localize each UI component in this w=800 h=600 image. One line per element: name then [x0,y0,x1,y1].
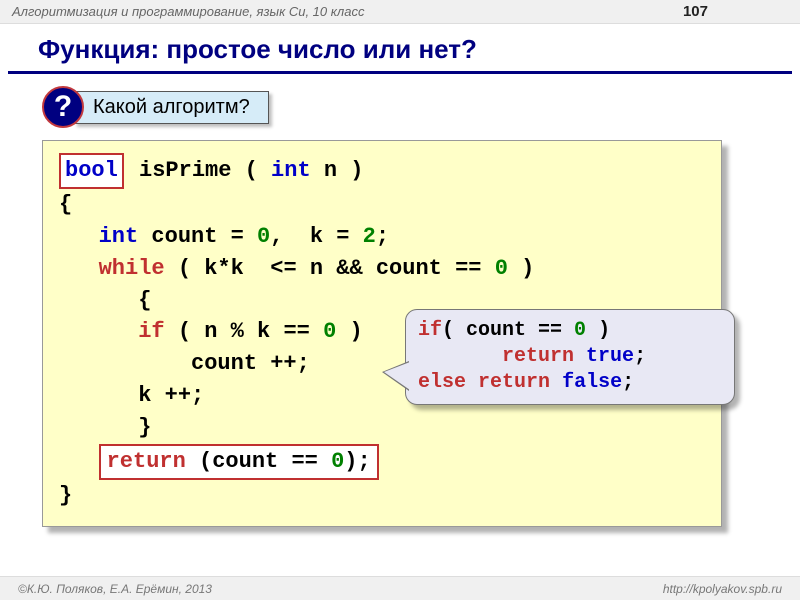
callout-line: if( count == 0 ) [418,318,722,344]
code-line: int count = 0, k = 2; [59,221,705,253]
footer-authors: ©К.Ю. Поляков, Е.А. Ерёмин, 2013 [18,582,663,596]
question-row: ? Какой алгоритм? [42,86,800,128]
footer-url: http://kpolyakov.spb.ru [663,582,782,596]
footer-bar: ©К.Ю. Поляков, Е.А. Ерёмин, 2013 http://… [0,576,800,600]
callout-line: else return false; [418,370,722,396]
return-box: return (count == 0); [99,444,379,480]
course-title: Алгоритмизация и программирование, язык … [12,4,683,19]
code-block: bool isPrime ( int n ) { int count = 0, … [42,140,722,527]
callout-tail [384,362,410,390]
bool-keyword: bool [59,153,124,189]
question-label: Какой алгоритм? [74,91,269,124]
code-line: while ( k*k <= n && count == 0 ) [59,253,705,285]
code-line: { [59,189,705,221]
code-line: } [59,412,705,444]
callout-line: return true; [418,344,722,370]
code-line: return (count == 0); [59,444,705,480]
code-line: bool isPrime ( int n ) [59,153,705,189]
code-line: } [59,480,705,512]
slide-title: Функция: простое число или нет? [8,24,792,74]
callout-bubble: if( count == 0 ) return true; else retur… [405,309,735,405]
page-number: 107 [683,3,708,20]
question-mark-icon: ? [42,86,84,128]
header-bar: Алгоритмизация и программирование, язык … [0,0,800,24]
